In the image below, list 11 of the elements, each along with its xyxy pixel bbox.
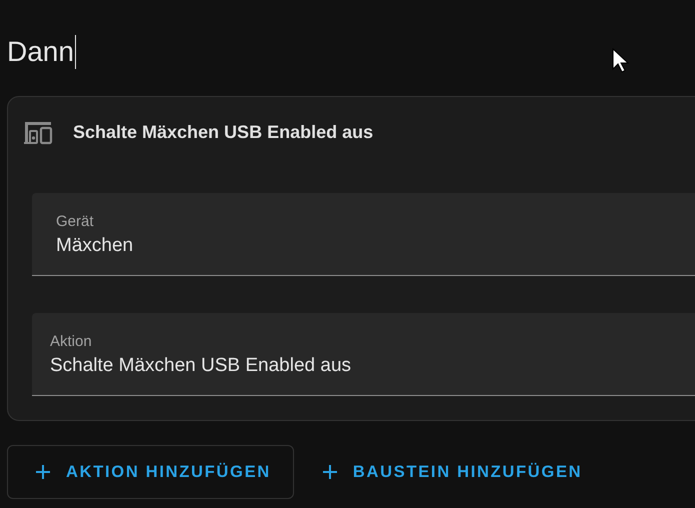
text-cursor: [74, 35, 76, 69]
plus-icon: [36, 465, 50, 479]
section-heading: Dann: [7, 36, 74, 68]
select-field[interactable]: Gerät Mäxchen: [32, 193, 695, 276]
mouse-pointer-icon: [612, 48, 630, 74]
add-button[interactable]: AKTION HINZUFÜGEN: [7, 445, 294, 499]
devices-icon: [22, 119, 54, 145]
plus-icon: [322, 465, 337, 479]
add-button[interactable]: BAUSTEIN HINZUFÜGEN: [302, 445, 606, 499]
select-field[interactable]: Aktion Schalte Mäxchen USB Enabled aus: [32, 313, 695, 396]
card-title: Schalte Mäxchen USB Enabled aus: [73, 122, 374, 142]
